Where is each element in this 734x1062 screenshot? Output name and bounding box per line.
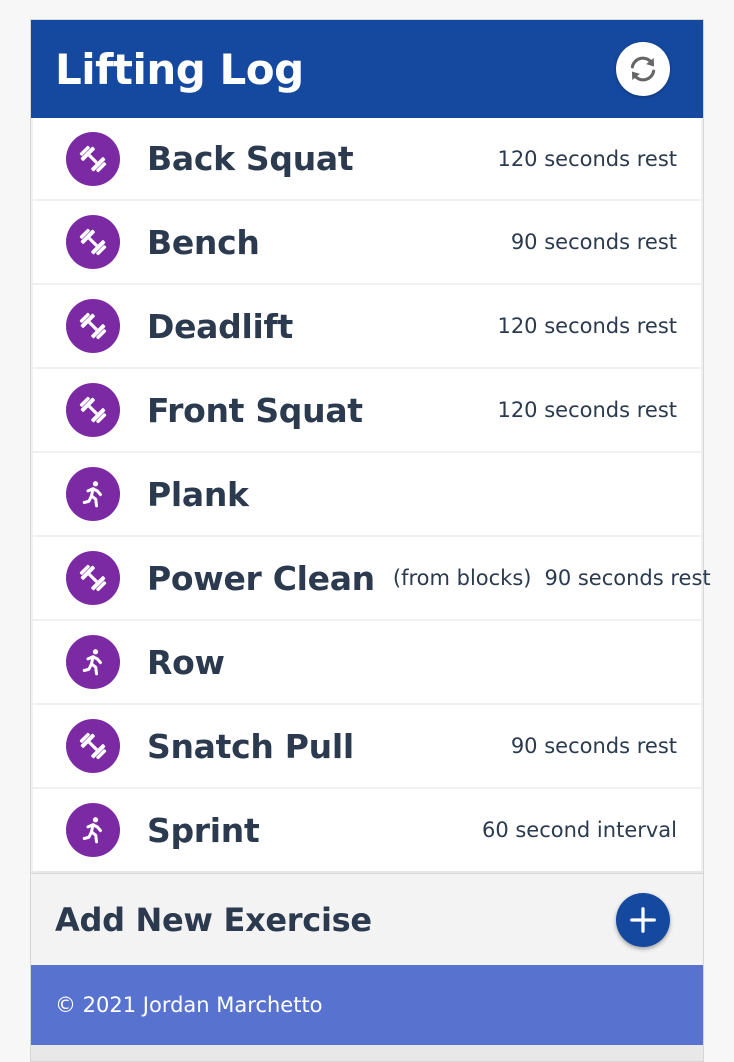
exercise-rest: 90 seconds rest xyxy=(544,566,711,590)
exercise-rest: 120 seconds rest xyxy=(497,398,677,422)
dumbbell-icon xyxy=(77,730,109,762)
exercise-name: Power Clean xyxy=(147,558,375,598)
exercise-name: Snatch Pull xyxy=(147,726,354,766)
app-title: Lifting Log xyxy=(55,44,304,94)
add-exercise-button[interactable] xyxy=(616,892,670,947)
add-exercise-bar[interactable]: Add New Exercise xyxy=(31,873,703,965)
exercise-list: Back Squat 120 seconds rest Bench 90 second… xyxy=(31,118,711,871)
exercise-row[interactable]: Row xyxy=(33,621,701,703)
exercise-name: Row xyxy=(147,642,225,682)
exercise-rest: 120 seconds rest xyxy=(497,146,677,171)
plus-icon xyxy=(630,906,656,933)
add-exercise-label: Add New Exercise xyxy=(55,900,372,939)
running-icon xyxy=(78,815,108,845)
exercise-name: Front Squat xyxy=(147,390,363,430)
dumbbell-avatar xyxy=(66,551,120,605)
dumbbell-icon xyxy=(77,226,109,258)
exercise-note: (from blocks) xyxy=(392,566,532,590)
running-avatar xyxy=(66,635,120,689)
exercise-name: Deadlift xyxy=(147,306,294,346)
copyright-text: © 2021 Jordan Marchetto xyxy=(55,993,323,1017)
dumbbell-icon xyxy=(77,394,109,426)
app-header: Lifting Log xyxy=(31,20,703,118)
exercise-name: Sprint xyxy=(147,810,260,850)
dumbbell-avatar xyxy=(66,215,120,269)
exercise-row[interactable]: Plank xyxy=(33,453,701,535)
exercise-rest: 60 second interval xyxy=(481,818,677,842)
exercise-row[interactable]: Back Squat 120 seconds rest xyxy=(33,118,701,199)
exercise-rest: 90 seconds rest xyxy=(510,230,677,254)
app-container: Lifting Log Back Squat 120 seconds rest Be… xyxy=(30,19,711,1062)
dumbbell-icon xyxy=(77,310,109,342)
sync-button[interactable] xyxy=(616,42,670,96)
dumbbell-avatar xyxy=(66,131,120,186)
running-icon xyxy=(78,647,108,677)
exercise-row[interactable]: Bench 90 seconds rest xyxy=(33,201,701,283)
dumbbell-avatar xyxy=(66,719,120,773)
exercise-row[interactable]: Sprint 60 second interval xyxy=(33,789,701,871)
running-avatar xyxy=(66,467,120,521)
exercise-name: Bench xyxy=(147,222,260,262)
exercise-rest: 120 seconds rest xyxy=(497,314,677,338)
footer: © 2021 Jordan Marchetto xyxy=(31,965,703,1045)
dumbbell-avatar xyxy=(66,299,120,353)
exercise-row[interactable]: Power Clean (from blocks) 90 seconds rest xyxy=(33,537,711,619)
dumbbell-avatar xyxy=(66,383,120,437)
exercise-row[interactable]: Deadlift 120 seconds rest xyxy=(33,285,701,367)
sync-icon xyxy=(630,56,656,82)
dumbbell-icon xyxy=(77,562,109,594)
exercise-row[interactable]: Snatch Pull 90 seconds rest xyxy=(33,705,701,787)
running-icon xyxy=(78,479,108,509)
exercise-name: Back Squat xyxy=(147,139,354,178)
exercise-rest: 90 seconds rest xyxy=(510,734,677,758)
dumbbell-icon xyxy=(77,143,109,175)
exercise-name: Plank xyxy=(147,474,249,514)
running-avatar xyxy=(66,803,120,857)
exercise-row[interactable]: Front Squat 120 seconds rest xyxy=(33,369,701,451)
